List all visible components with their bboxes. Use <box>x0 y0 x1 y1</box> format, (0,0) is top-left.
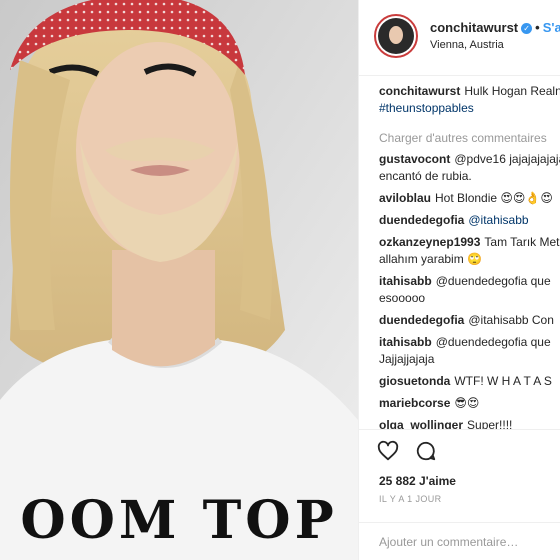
caption-hashtag[interactable]: #theunstoppables <box>379 101 474 115</box>
load-more-comments-button[interactable]: Charger d'autres commentaires <box>379 131 560 145</box>
avatar[interactable] <box>374 14 418 58</box>
add-comment-bar <box>359 522 560 560</box>
shirt-print-text: OOM TOP <box>20 490 338 551</box>
comment-text: Hot Blondie 😍😍👌😍 <box>435 191 553 205</box>
comment-username[interactable]: gustavocont <box>379 152 450 166</box>
comment-text-continued: Jajjajjajaja <box>379 352 435 366</box>
comment: gustavocont @pdve16 jajajajajaja encantó … <box>379 151 560 185</box>
post-timestamp[interactable]: IL Y A 1 JOUR <box>379 494 442 504</box>
heart-icon[interactable] <box>377 440 399 462</box>
comments-list[interactable]: conchitawurst Hulk Hogan Realness #theuns… <box>359 77 560 429</box>
comment-username[interactable]: ozkanzeynep1993 <box>379 235 480 249</box>
comment-username[interactable]: aviloblau <box>379 191 431 205</box>
header-username[interactable]: conchitawurst <box>430 20 518 35</box>
comment-username[interactable]: duendedegofia <box>379 213 464 227</box>
comment-text: @itahisabb Con <box>468 313 554 327</box>
comment-text[interactable]: @itahisabb <box>468 213 528 227</box>
comment: duendedegofia @itahisabb Con <box>379 312 560 329</box>
comment-text: Super!!!! <box>467 418 513 429</box>
caption: conchitawurst Hulk Hogan Realness #theuns… <box>379 83 560 117</box>
comment: duendedegofia @itahisabb <box>379 212 560 229</box>
comment: giosuetonda WTF! W H A T A S <box>379 373 560 390</box>
comment: itahisabb @duendedegofia que Jajjajjajaja <box>379 334 560 368</box>
comment-text: @pdve16 jajajajajaja <box>454 152 560 166</box>
comment-username[interactable]: giosuetonda <box>379 374 450 388</box>
post-details-panel: conchitawurst✓•S'abonner Vienna, Austria… <box>358 0 560 560</box>
comment-username[interactable]: itahisabb <box>379 335 432 349</box>
follow-button[interactable]: S'abonner <box>543 20 560 35</box>
comment-text: 😎😍 <box>454 396 480 410</box>
comment: olga_wollinger Super!!!! <box>379 417 560 429</box>
avatar-face <box>389 26 403 44</box>
post-image <box>0 0 358 560</box>
post-photo[interactable]: OOM TOP <box>0 0 358 560</box>
caption-username[interactable]: conchitawurst <box>379 84 460 98</box>
post-actions: 25 882 J'aime IL Y A 1 JOUR <box>359 429 560 560</box>
separator-dot: • <box>535 20 540 35</box>
likes-count[interactable]: 25 882 J'aime <box>379 474 456 488</box>
comment: mariebcorse 😎😍 <box>379 395 560 412</box>
comment-text: @duendedegofia que <box>435 335 551 349</box>
post-header: conchitawurst✓•S'abonner Vienna, Austria <box>359 0 560 76</box>
verified-badge-icon: ✓ <box>521 23 533 35</box>
header-username-row: conchitawurst✓•S'abonner <box>430 20 560 35</box>
add-comment-input[interactable] <box>379 523 559 560</box>
comment-username[interactable]: mariebcorse <box>379 396 450 410</box>
caption-text: Hulk Hogan Realness <box>464 84 560 98</box>
comment-text: @duendedegofia que <box>435 274 551 288</box>
comment-text-continued: esooooo <box>379 291 426 305</box>
comment-username[interactable]: olga_wollinger <box>379 418 463 429</box>
comment-text: Tam Tarık Mete <box>484 235 560 249</box>
comment-icon[interactable] <box>415 440 437 462</box>
comment: ozkanzeynep1993 Tam Tarık Mete allahım ya… <box>379 234 560 268</box>
comment-text: WTF! W H A T A S <box>454 374 552 388</box>
comment: itahisabb @duendedegofia que esooooo <box>379 273 560 307</box>
comment-username[interactable]: itahisabb <box>379 274 432 288</box>
location-link[interactable]: Vienna, Austria <box>430 39 504 51</box>
comment-username[interactable]: duendedegofia <box>379 313 464 327</box>
comment-text-continued: allahım yarabim 🙄 <box>379 252 482 266</box>
comment-text-continued: encantó de rubia. <box>379 169 472 183</box>
comment: aviloblau Hot Blondie 😍😍👌😍 <box>379 190 560 207</box>
